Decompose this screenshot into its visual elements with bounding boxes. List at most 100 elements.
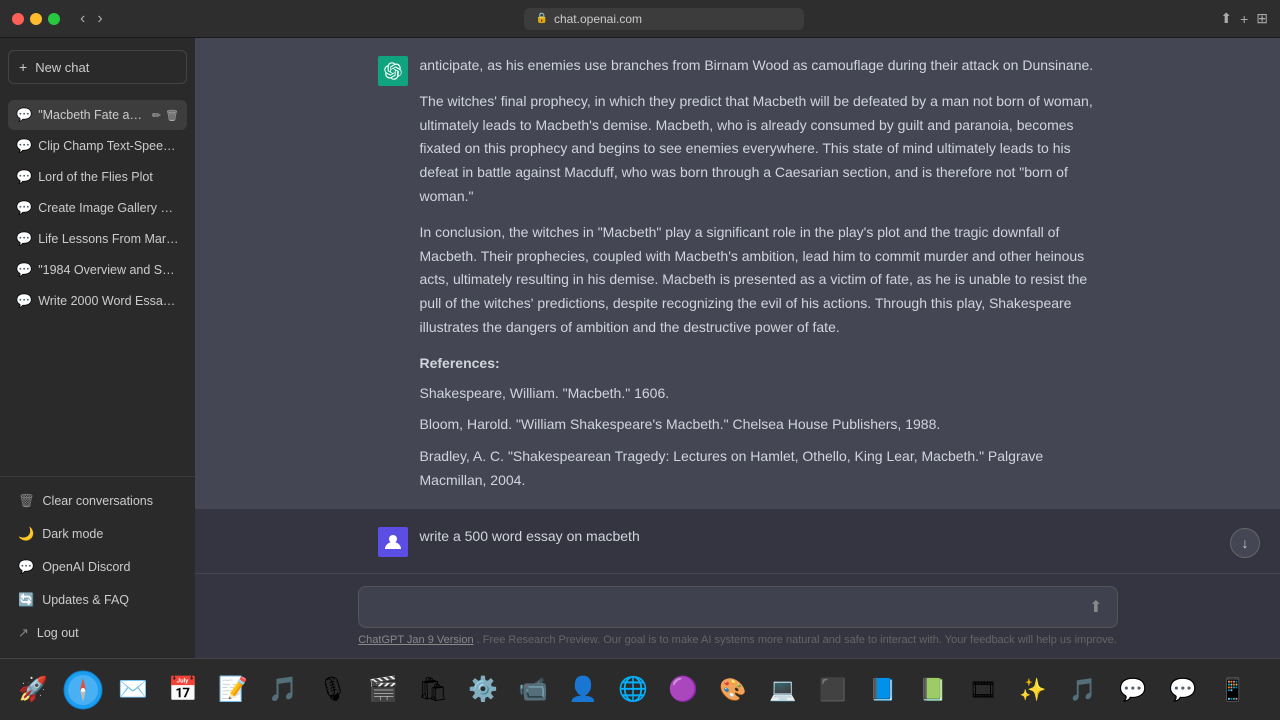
clear-conversations-button[interactable]: 🗑 Clear conversations [8, 485, 187, 517]
url-text: chat.openai.com [554, 12, 642, 26]
fullscreen-button[interactable] [48, 13, 60, 25]
conv-label: Life Lessons From Marcus A [38, 232, 179, 246]
dock-podcasts[interactable]: 🎙 [311, 668, 355, 712]
logout-label: Log out [37, 626, 79, 640]
sidebar: + New chat 💬 "Macbeth Fate and Am ✏ 🗑 💬 … [0, 38, 195, 658]
back-button[interactable]: ‹ [76, 10, 89, 28]
sidebar-item-clip-champ[interactable]: 💬 Clip Champ Text-Speech Tut [8, 131, 187, 161]
sidebar-item-1984[interactable]: 💬 "1984 Overview and Summa [8, 255, 187, 285]
url-bar[interactable]: 🔒 chat.openai.com [524, 8, 804, 30]
input-area: ⬆ ChatGPT Jan 9 Version . Free Research … [195, 574, 1280, 658]
openai-logo [384, 62, 402, 80]
dock-whatsapp[interactable]: 💬 [1111, 668, 1155, 712]
dock-word[interactable]: 📘 [861, 668, 905, 712]
dock-spotify[interactable]: 🎵 [1061, 668, 1105, 712]
new-chat-label: New chat [35, 60, 89, 75]
footer-description: . Free Research Preview. Our goal is to … [477, 634, 1117, 646]
close-button[interactable] [12, 13, 24, 25]
conversation-list: 💬 "Macbeth Fate and Am ✏ 🗑 💬 Clip Champ … [0, 96, 195, 476]
add-tab-icon[interactable]: + [1240, 11, 1248, 27]
delete-icon[interactable]: 🗑 [165, 109, 179, 122]
dock-movies[interactable]: 🎬 [361, 668, 405, 712]
edit-icon[interactable]: ✏ [152, 109, 161, 122]
dock-finder[interactable]: 🔵 [0, 668, 5, 712]
dock-figma[interactable]: 🎨 [711, 668, 755, 712]
chatgpt-version-link[interactable]: ChatGPT Jan 9 Version [358, 634, 473, 646]
updates-icon: 🔄 [18, 592, 34, 608]
titlebar: ‹ › 🔒 chat.openai.com ⬆ + ⊞ [0, 0, 1280, 38]
new-chat-button[interactable]: + New chat [8, 50, 187, 84]
conv-actions: ✏ 🗑 [152, 109, 179, 122]
dock-notes[interactable]: 📝 [211, 668, 255, 712]
dock-code[interactable]: 💻 [761, 668, 805, 712]
dock-contacts[interactable]: 👤 [561, 668, 605, 712]
dock-messenger[interactable]: 💬 [1161, 668, 1205, 712]
forward-button[interactable]: › [93, 10, 106, 28]
chat-icon: 💬 [16, 231, 32, 247]
conv-label: Lord of the Flies Plot [38, 170, 179, 184]
dock-premiere[interactable]: 🎞 [961, 668, 1005, 712]
dock-facetime[interactable]: 📹 [511, 668, 555, 712]
user-message-inner: write a 500 word essay on macbeth [358, 525, 1118, 557]
dock-music[interactable]: 🎵 [261, 668, 305, 712]
ai-para-3: In conclusion, the witches in "Macbeth" … [420, 221, 1098, 340]
sidebar-top: + New chat [0, 38, 195, 96]
dock-discord[interactable]: 🟣 [661, 668, 705, 712]
logout-button[interactable]: ↗ Log out [8, 617, 187, 649]
dock-mail[interactable]: ✉️ [111, 668, 155, 712]
logout-icon: ↗ [18, 625, 29, 641]
conv-label: "1984 Overview and Summa [38, 263, 179, 277]
ai-message-text: anticipate, as his enemies use branches … [420, 54, 1098, 493]
sidebar-item-image-gallery[interactable]: 💬 Create Image Gallery Websit [8, 193, 187, 223]
minimize-button[interactable] [30, 13, 42, 25]
dock-calendar[interactable]: 📅 [161, 668, 205, 712]
conv-label: Write 2000 Word Essay on M [38, 294, 179, 308]
moon-icon: 🌙 [18, 526, 34, 542]
clear-icon: 🗑 [18, 493, 35, 509]
dock-excel[interactable]: 📗 [911, 668, 955, 712]
dock-terminal[interactable]: ⬛ [811, 668, 855, 712]
sidebar-item-life-lessons[interactable]: 💬 Life Lessons From Marcus A [8, 224, 187, 254]
dock-appstore[interactable]: 🛍 [411, 668, 455, 712]
dark-mode-label: Dark mode [42, 527, 103, 541]
discord-button[interactable]: 💬 OpenAI Discord [8, 551, 187, 583]
sidebar-toggle-icon[interactable]: ⊞ [1256, 10, 1268, 27]
sidebar-item-lord-flies[interactable]: 💬 Lord of the Flies Plot [8, 162, 187, 192]
chat-icon: 💬 [16, 262, 32, 278]
ai-message-inner: anticipate, as his enemies use branches … [358, 54, 1118, 493]
address-bar-area: 🔒 chat.openai.com [115, 8, 1213, 30]
references-section: References: Shakespeare, William. "Macbe… [420, 352, 1098, 493]
sidebar-bottom: 🗑 Clear conversations 🌙 Dark mode 💬 Open… [0, 476, 195, 658]
main-content: anticipate, as his enemies use branches … [195, 38, 1280, 658]
chat-icon: 💬 [16, 138, 32, 154]
references-title: References: [420, 352, 1098, 376]
dock-chrome[interactable]: 🌐 [611, 668, 655, 712]
ai-message-block: anticipate, as his enemies use branches … [195, 38, 1280, 509]
safari-icon [63, 670, 103, 710]
discord-icon: 💬 [18, 559, 34, 575]
share-icon[interactable]: ⬆ [1220, 10, 1232, 27]
input-container: ⬆ [358, 586, 1118, 628]
send-button[interactable]: ⬆ [1089, 597, 1102, 617]
dock-safari[interactable] [61, 668, 105, 712]
user-message-content: write a 500 word essay on macbeth [420, 525, 1098, 549]
app: + New chat 💬 "Macbeth Fate and Am ✏ 🗑 💬 … [0, 38, 1280, 658]
reference-3: Bradley, A. C. "Shakespearean Tragedy: L… [420, 445, 1098, 493]
dock-settings[interactable]: ⚙️ [461, 668, 505, 712]
dark-mode-button[interactable]: 🌙 Dark mode [8, 518, 187, 550]
traffic-lights [12, 13, 60, 25]
ai-avatar [378, 56, 408, 86]
dock-trash[interactable]: 🗑 [1275, 668, 1280, 712]
footer-content: ChatGPT Jan 9 Version . Free Research Pr… [358, 634, 1117, 646]
dock-iphone-mirror[interactable]: 📱 [1211, 668, 1255, 712]
sidebar-item-macbeth-fate[interactable]: 💬 "Macbeth Fate and Am ✏ 🗑 [8, 100, 187, 130]
scroll-down-button[interactable]: ↓ [1230, 528, 1260, 558]
dock-launchpad[interactable]: 🚀 [11, 668, 55, 712]
dock-aftereffects[interactable]: ✨ [1011, 668, 1055, 712]
discord-label: OpenAI Discord [42, 560, 130, 574]
conv-label: Clip Champ Text-Speech Tut [38, 139, 179, 153]
reference-2: Bloom, Harold. "William Shakespeare's Ma… [420, 413, 1098, 437]
chat-input[interactable] [373, 599, 1090, 615]
sidebar-item-essay-2000[interactable]: 💬 Write 2000 Word Essay on M [8, 286, 187, 316]
updates-button[interactable]: 🔄 Updates & FAQ [8, 584, 187, 616]
